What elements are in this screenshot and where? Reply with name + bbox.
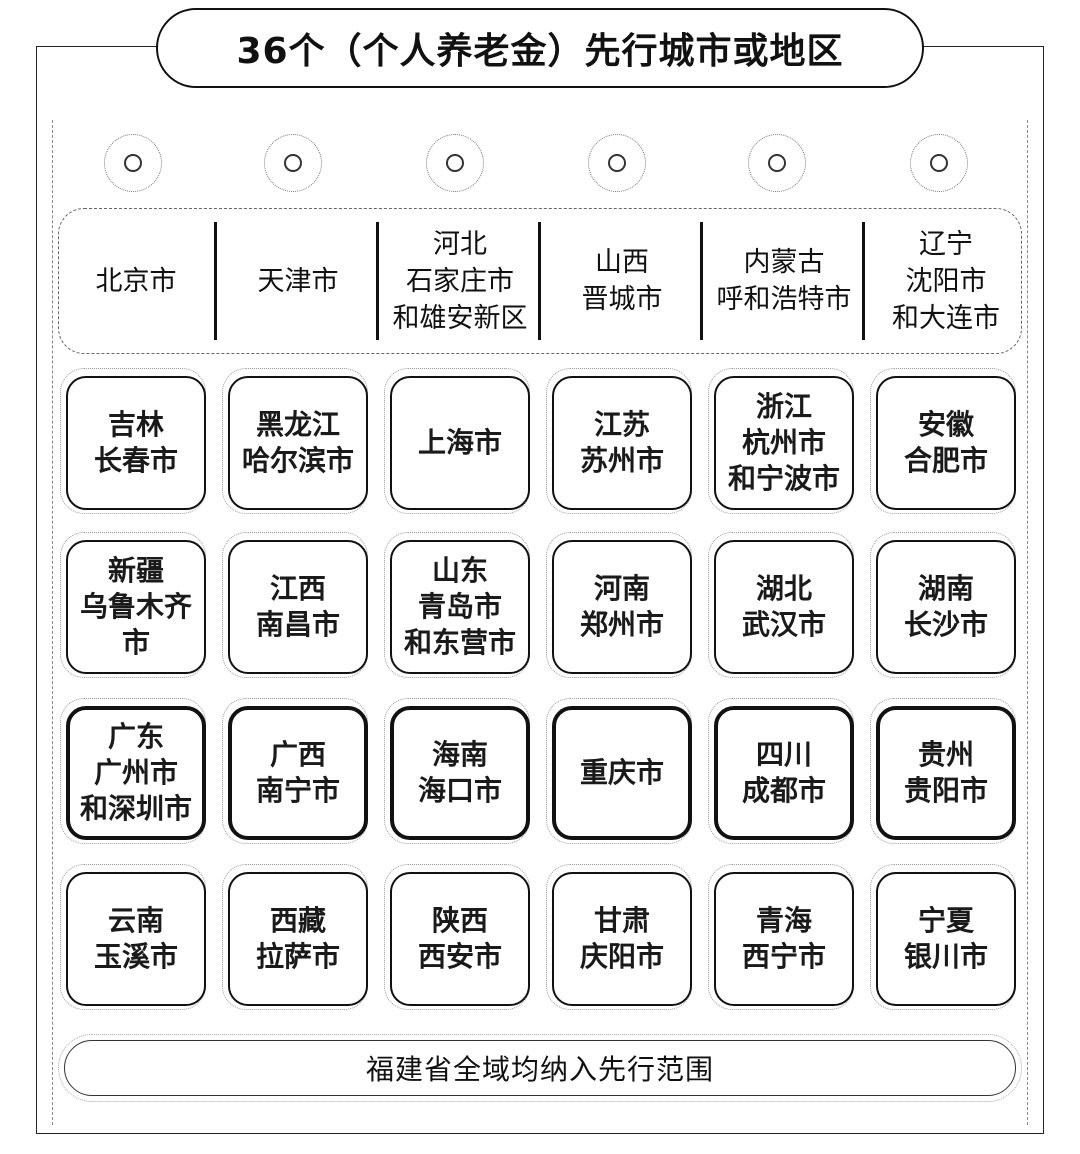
tab-beijing: 北京市: [95, 265, 177, 297]
tab-divider: [862, 222, 865, 340]
pin-icon: [742, 128, 812, 198]
tab-liaoning: 辽宁 沈阳市 和大连市: [892, 228, 1000, 334]
tab-shanxi: 山西 晋城市: [581, 247, 663, 315]
tab-divider: [700, 222, 703, 340]
pin-row: [0, 128, 1080, 198]
page-title: 36个（个人养老金）先行城市或地区: [156, 8, 924, 88]
region-card: 青海 西宁市: [714, 872, 854, 1006]
tab-divider: [538, 222, 541, 340]
pin-icon: [258, 128, 328, 198]
region-card: 重庆市: [552, 706, 692, 840]
region-card: 海南 海口市: [390, 706, 530, 840]
region-card: 贵州 贵阳市: [876, 706, 1016, 840]
region-card: 宁夏 银川市: [876, 872, 1016, 1006]
tab-divider: [214, 222, 217, 340]
region-card: 上海市: [390, 376, 530, 510]
region-card: 湖北 武汉市: [714, 540, 854, 674]
tab-neimenggu: 内蒙古 呼和浩特市: [716, 247, 852, 315]
region-card: 甘肃 庆阳市: [552, 872, 692, 1006]
region-card: 安徽 合肥市: [876, 376, 1016, 510]
tab-divider: [376, 222, 379, 340]
region-card: 四川 成都市: [714, 706, 854, 840]
region-card: 江西 南昌市: [228, 540, 368, 674]
region-card: 黑龙江 哈尔滨市: [228, 376, 368, 510]
pin-icon: [98, 128, 168, 198]
tab-tianjin: 天津市: [257, 265, 339, 297]
pin-icon: [582, 128, 652, 198]
region-card: 江苏 苏州市: [552, 376, 692, 510]
region-card: 云南 玉溪市: [66, 872, 206, 1006]
region-card: 吉林 长春市: [66, 376, 206, 510]
region-card: 广西 南宁市: [228, 706, 368, 840]
region-card: 湖南 长沙市: [876, 540, 1016, 674]
tab-hebei: 河北 石家庄市 和雄安新区: [392, 228, 528, 334]
region-card: 广东 广州市 和深圳市: [66, 706, 206, 840]
region-card: 新疆 乌鲁木齐市: [66, 540, 206, 674]
region-card: 河南 郑州市: [552, 540, 692, 674]
footer-note: 福建省全域均纳入先行范围: [64, 1040, 1016, 1096]
pin-icon: [904, 128, 974, 198]
region-card: 陕西 西安市: [390, 872, 530, 1006]
region-card: 西藏 拉萨市: [228, 872, 368, 1006]
region-card: 浙江 杭州市 和宁波市: [714, 376, 854, 510]
region-card: 山东 青岛市 和东营市: [390, 540, 530, 674]
pin-icon: [420, 128, 490, 198]
